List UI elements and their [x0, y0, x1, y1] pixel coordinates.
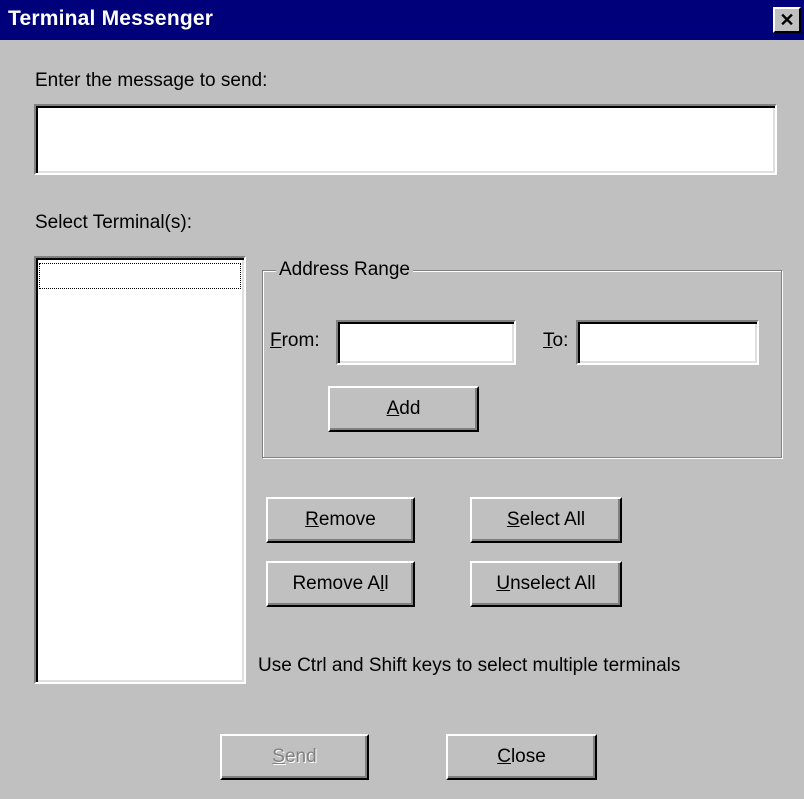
multi-select-hint: Use Ctrl and Shift keys to select multip…	[258, 655, 681, 676]
select-all-button[interactable]: Select All	[470, 497, 622, 543]
to-label: To:	[543, 330, 569, 351]
terminal-listbox[interactable]	[34, 256, 246, 684]
remove-button[interactable]: Remove	[266, 497, 415, 543]
message-label: Enter the message to send:	[35, 70, 268, 91]
message-input[interactable]	[34, 104, 777, 175]
terminals-label: Select Terminal(s):	[35, 212, 192, 233]
from-input[interactable]	[336, 320, 516, 365]
add-button[interactable]: Add	[328, 386, 479, 432]
send-button[interactable]: Send	[220, 734, 369, 780]
remove-all-button[interactable]: Remove All	[266, 561, 415, 607]
address-range-legend: Address Range	[276, 259, 413, 281]
title-bar[interactable]: Terminal Messenger ✕	[0, 0, 804, 40]
unselect-all-button[interactable]: Unselect All	[470, 561, 622, 607]
close-icon: ✕	[779, 10, 795, 30]
listbox-focus-item[interactable]	[39, 263, 241, 289]
close-button[interactable]: Close	[446, 734, 597, 780]
window-title: Terminal Messenger	[8, 7, 214, 30]
from-label: From:	[270, 330, 320, 351]
to-input[interactable]	[576, 320, 759, 365]
close-window-button[interactable]: ✕	[773, 7, 801, 33]
